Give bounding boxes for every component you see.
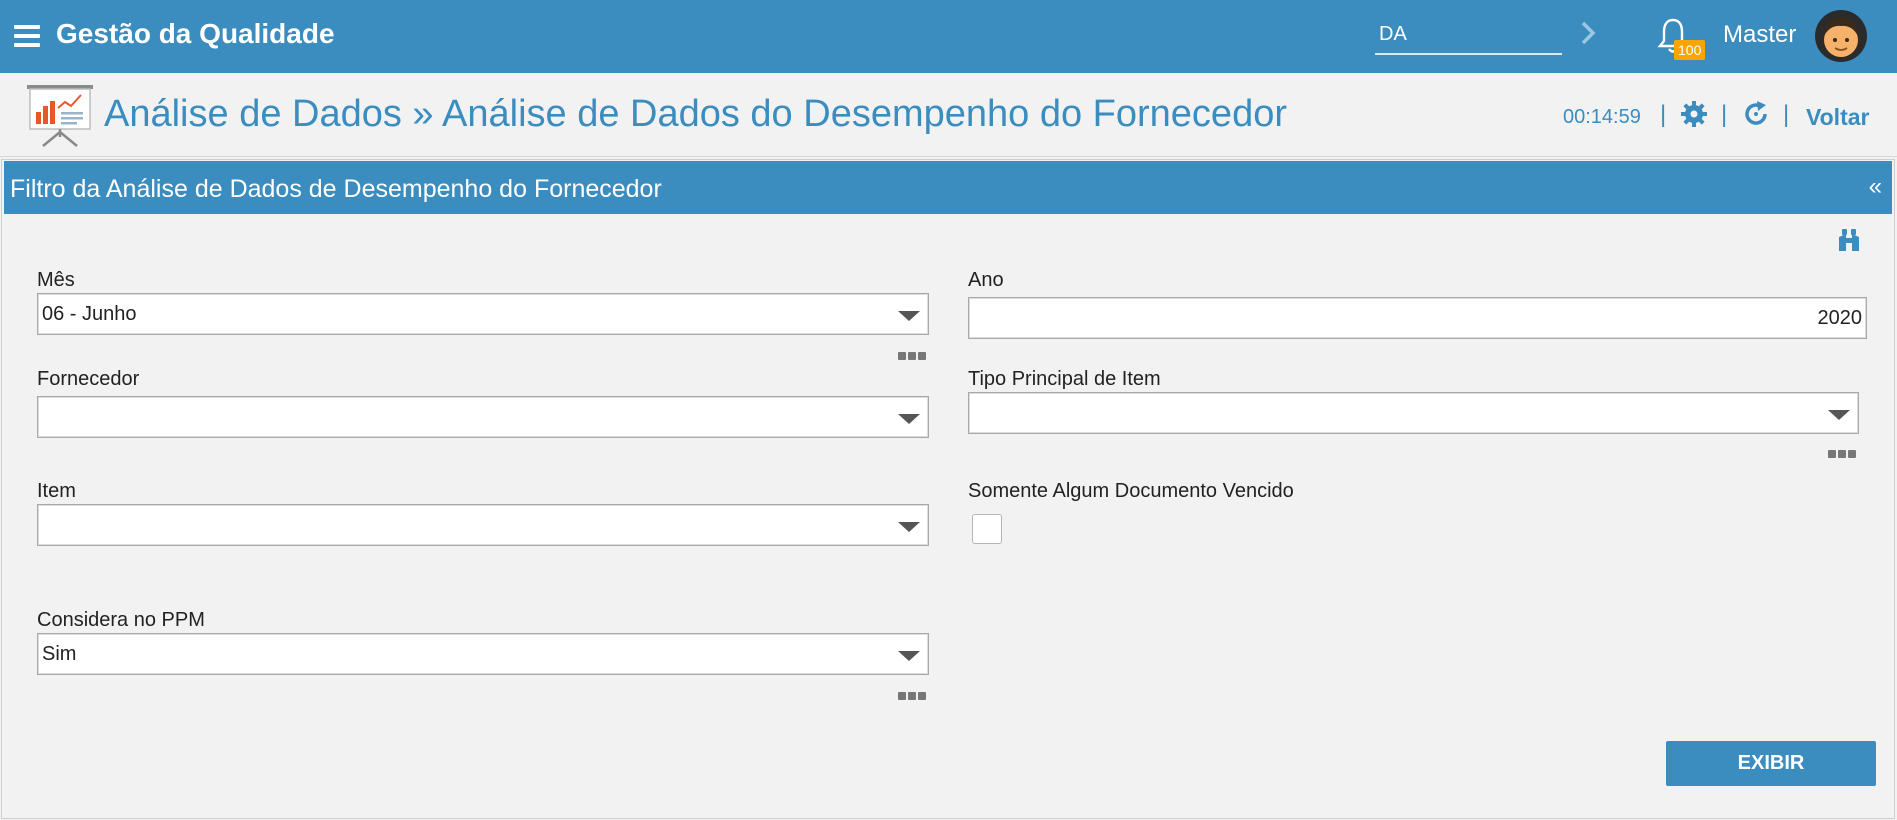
avatar[interactable] bbox=[1814, 9, 1868, 63]
page-header: Análise de Dados » Análise de Dados do D… bbox=[0, 73, 1897, 157]
collapse-panel-button[interactable]: « bbox=[1869, 173, 1882, 201]
app-title: Gestão da Qualidade bbox=[56, 18, 335, 49]
tipo-principal-options-ellipsis-icon[interactable] bbox=[1828, 445, 1858, 458]
tipo-principal-label: Tipo Principal de Item bbox=[968, 368, 1161, 390]
fornecedor-select[interactable] bbox=[37, 396, 929, 438]
gear-icon[interactable] bbox=[1680, 100, 1708, 128]
dropdown-caret-icon bbox=[898, 311, 920, 321]
search-input[interactable] bbox=[1375, 15, 1562, 55]
considera-ppm-label: Considera no PPM bbox=[37, 609, 205, 631]
session-timer: 00:14:59 bbox=[1563, 106, 1641, 128]
dropdown-caret-icon bbox=[898, 414, 920, 424]
item-label: Item bbox=[37, 480, 76, 502]
exibir-button[interactable]: EXIBIR bbox=[1666, 741, 1876, 786]
refresh-icon[interactable] bbox=[1742, 100, 1770, 128]
filter-panel-header: Filtro da Análise de Dados de Desempenho… bbox=[4, 161, 1892, 214]
filter-panel-title: Filtro da Análise de Dados de Desempenho… bbox=[10, 175, 662, 203]
notification-badge: 100 bbox=[1674, 40, 1706, 60]
header-separator: | bbox=[1660, 101, 1667, 128]
mes-value: 06 - Junho bbox=[42, 303, 137, 325]
dropdown-caret-icon bbox=[898, 651, 920, 661]
dropdown-caret-icon bbox=[898, 522, 920, 532]
filter-panel: Filtro da Análise de Dados de Desempenho… bbox=[1, 159, 1895, 819]
chevron-right-icon[interactable] bbox=[1580, 20, 1596, 46]
page-title: Análise de Dados » Análise de Dados do D… bbox=[104, 93, 1287, 135]
top-bar: Gestão da Qualidade 100 Master bbox=[0, 0, 1897, 73]
tipo-principal-select[interactable] bbox=[968, 392, 1859, 434]
header-separator: | bbox=[1783, 101, 1790, 128]
username[interactable]: Master bbox=[1723, 21, 1796, 49]
dropdown-caret-icon bbox=[1828, 410, 1850, 420]
binoculars-icon[interactable] bbox=[1836, 227, 1862, 253]
item-select[interactable] bbox=[37, 504, 929, 546]
mes-label: Mês bbox=[37, 269, 75, 291]
presentation-chart-icon bbox=[27, 85, 93, 147]
mes-options-ellipsis-icon[interactable] bbox=[898, 347, 928, 360]
back-link[interactable]: Voltar bbox=[1806, 104, 1869, 131]
menu-icon[interactable] bbox=[14, 25, 40, 47]
header-separator: | bbox=[1721, 101, 1728, 128]
fornecedor-label: Fornecedor bbox=[37, 368, 140, 390]
ano-label: Ano bbox=[968, 269, 1004, 291]
ano-input[interactable]: 2020 bbox=[968, 297, 1867, 339]
considera-ppm-options-ellipsis-icon[interactable] bbox=[898, 687, 928, 700]
mes-select[interactable]: 06 - Junho bbox=[37, 293, 929, 335]
somente-vencido-checkbox[interactable] bbox=[972, 514, 1002, 544]
considera-ppm-value: Sim bbox=[42, 643, 77, 665]
considera-ppm-select[interactable]: Sim bbox=[37, 633, 929, 675]
somente-vencido-label: Somente Algum Documento Vencido bbox=[968, 480, 1294, 502]
